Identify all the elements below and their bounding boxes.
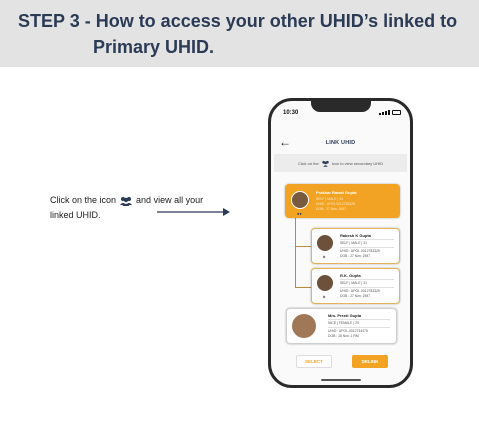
divider bbox=[340, 247, 394, 248]
status-icons bbox=[379, 110, 401, 115]
page: STEP 3 - How to access your other UHID’s… bbox=[0, 0, 479, 437]
secondary-detail-3: DOB : 27 Nov. 1987 bbox=[340, 294, 371, 298]
primary-detail-2: UHID : AP01.0012783329 bbox=[316, 202, 356, 206]
other-detail-3: DOB : 18 Nov. 1 RM bbox=[328, 334, 359, 338]
instruction-part-1: Click on the icon bbox=[50, 195, 117, 205]
avatar bbox=[292, 314, 316, 338]
home-indicator bbox=[321, 379, 361, 381]
delink-button[interactable]: DELINK bbox=[352, 355, 388, 368]
other-uhid-card[interactable]: Mrs. Preeti Gupta NICE | FEMALE | 29 UHI… bbox=[286, 308, 397, 344]
divider bbox=[340, 239, 394, 240]
user-icon: ☻ bbox=[322, 294, 327, 299]
phone-notch bbox=[311, 101, 371, 112]
users-group-icon bbox=[120, 196, 133, 206]
secondary-detail-1: SELF | MALE | 31 bbox=[340, 241, 368, 245]
other-detail-1: NICE | FEMALE | 29 bbox=[328, 321, 359, 325]
primary-detail-3: DOB : 27 Nov. 1987 bbox=[316, 207, 347, 211]
primary-uhid-card[interactable]: ●● Prakhar Rawat Gupta SELF | MALE | 31 … bbox=[285, 184, 400, 218]
divider bbox=[328, 319, 390, 320]
status-time: 10:30 bbox=[283, 110, 299, 116]
step-banner: STEP 3 - How to access your other UHID’s… bbox=[0, 0, 479, 67]
other-detail-2: UHID : APOL.0012734475 bbox=[328, 329, 368, 333]
hint-part-2: icon to view secondary UHID bbox=[331, 160, 384, 166]
signal-icon bbox=[379, 110, 390, 115]
users-group-icon bbox=[322, 160, 329, 167]
users-group-icon[interactable]: ●● bbox=[297, 211, 302, 216]
pointer-arrow bbox=[157, 208, 230, 216]
step-title-line-1: STEP 3 - How to access your other UHID’s… bbox=[18, 11, 458, 31]
primary-name: Prakhar Rawat Gupta bbox=[316, 190, 357, 195]
avatar bbox=[317, 235, 333, 251]
secondary-detail-2: UHID : APOL.0012783329 bbox=[340, 249, 380, 253]
secondary-uhid-card-2[interactable]: ☻ R.K. Gupta SELF | MALE | 31 UHID : APO… bbox=[311, 268, 400, 304]
tree-branch-2 bbox=[295, 287, 311, 288]
select-button[interactable]: SELECT bbox=[296, 355, 332, 368]
user-icon: ☻ bbox=[322, 254, 327, 259]
avatar bbox=[291, 191, 309, 209]
primary-detail-1: SELF | MALE | 31 bbox=[316, 197, 344, 201]
divider bbox=[328, 327, 390, 328]
hint-strip: Click on the icon to view secondary UHID bbox=[274, 154, 407, 172]
hint-part-1: Click on the bbox=[297, 160, 319, 166]
secondary-name: Rakesh K Gupta bbox=[340, 233, 371, 238]
secondary-detail-3: DOB : 27 Nov. 1987 bbox=[340, 254, 371, 258]
step-title-line-2: Primary UHID. bbox=[93, 37, 215, 57]
secondary-name: R.K. Gupta bbox=[340, 273, 361, 278]
divider bbox=[340, 279, 394, 280]
secondary-uhid-card-1[interactable]: ☻ Rakesh K Gupta SELF | MALE | 31 UHID :… bbox=[311, 228, 400, 264]
screen-title: LINK UHID bbox=[325, 140, 356, 146]
battery-icon bbox=[392, 110, 401, 115]
secondary-detail-1: SELF | MALE | 31 bbox=[340, 281, 368, 285]
phone-mockup: 10:30 ← LINK UHID Click on the icon to v… bbox=[268, 98, 413, 388]
instruction-line-2: linked UHID. bbox=[50, 210, 101, 220]
avatar bbox=[317, 275, 333, 291]
tree-branch-1 bbox=[295, 246, 311, 247]
secondary-detail-2: UHID : APOL.0012783329 bbox=[340, 289, 380, 293]
other-name: Mrs. Preeti Gupta bbox=[328, 313, 362, 318]
tree-connector bbox=[295, 218, 296, 288]
divider bbox=[340, 287, 394, 288]
